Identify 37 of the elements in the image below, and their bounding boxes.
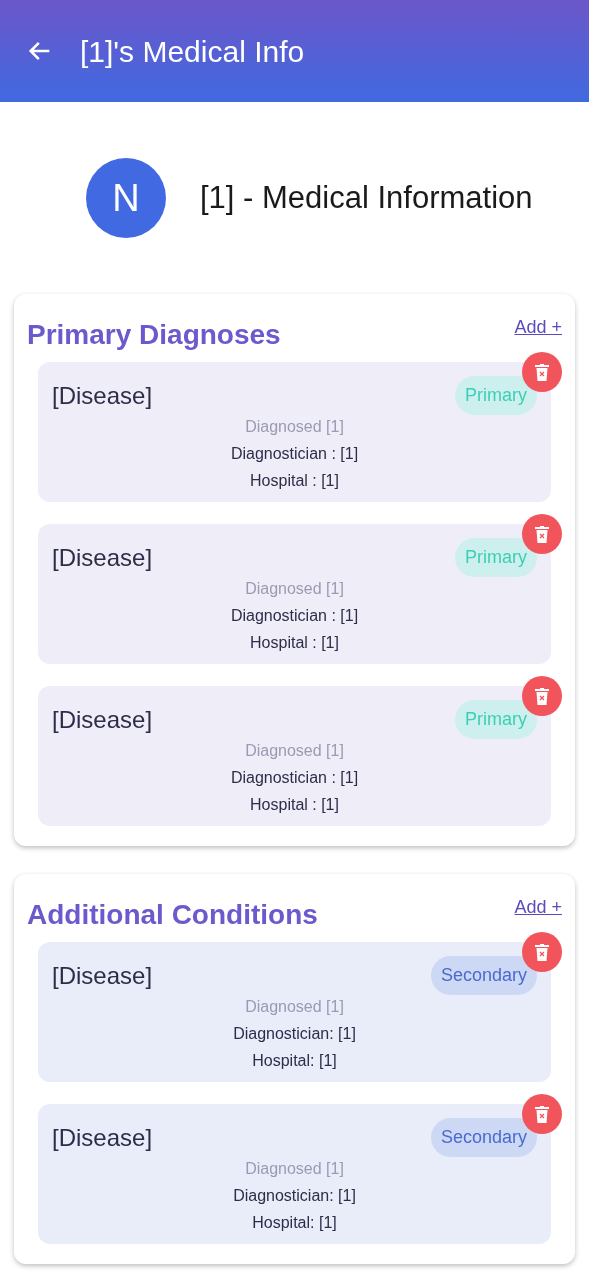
trash-icon[interactable] (535, 1105, 549, 1123)
diagnosed-date: Diagnosed [1] (244, 417, 345, 437)
condition-tag: Primary (455, 700, 537, 739)
trash-icon[interactable] (535, 687, 549, 705)
condition-tag: Secondary (430, 1118, 537, 1157)
condition-name: [Disease] (52, 960, 153, 991)
condition-name: [Disease] (52, 1122, 153, 1153)
condition-name: [Disease] (52, 704, 153, 735)
section-title: Primary Diagnoses (27, 318, 281, 352)
diagnostician-text: Diagnostician: [1] (232, 1024, 357, 1044)
hospital-text: Hospital: [1] (251, 1051, 338, 1071)
hospital-text: Hospital : [1] (249, 633, 340, 653)
diagnosed-date: Diagnosed [1] (244, 741, 345, 761)
avatar: N (86, 158, 166, 238)
page-title: [1]'s Medical Info (80, 33, 305, 70)
profile-heading: [1] - Medical Information (200, 178, 533, 217)
diagnosed-date: Diagnosed [1] (244, 1159, 345, 1179)
condition-name: [Disease] (52, 542, 153, 573)
hospital-text: Hospital : [1] (249, 795, 340, 815)
diagnosed-date: Diagnosed [1] (244, 997, 345, 1017)
condition-name: [Disease] (52, 380, 153, 411)
diagnostician-text: Diagnostician : [1] (229, 444, 360, 464)
hospital-text: Hospital : [1] (249, 471, 340, 491)
section-title: Additional Conditions (27, 898, 318, 932)
diagnosed-date: Diagnosed [1] (244, 579, 345, 599)
trash-icon[interactable] (535, 363, 549, 381)
condition-tag: Primary (455, 538, 537, 577)
condition-tag: Secondary (430, 956, 537, 995)
hospital-text: Hospital: [1] (251, 1213, 338, 1233)
add-link[interactable]: Add + (514, 894, 562, 921)
diagnostician-text: Diagnostician : [1] (229, 606, 360, 626)
diagnostician-text: Diagnostician: [1] (232, 1186, 357, 1206)
trash-icon[interactable] (535, 943, 549, 961)
trash-icon[interactable] (535, 525, 549, 543)
diagnostician-text: Diagnostician : [1] (229, 768, 360, 788)
condition-tag: Primary (455, 376, 537, 415)
add-link[interactable]: Add + (514, 314, 562, 341)
